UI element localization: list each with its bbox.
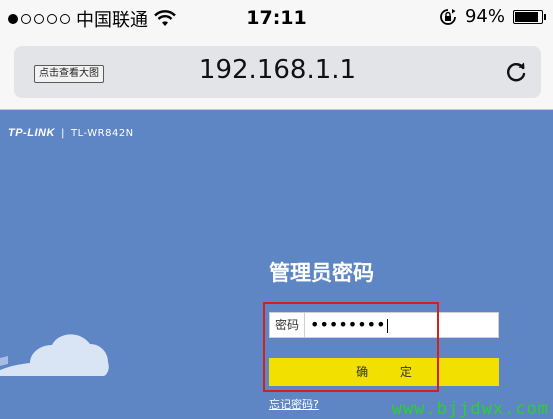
brand-separator: | (60, 127, 66, 139)
router-login-page: TP-LINK | TL-WR842N 管理员密码 密码 •••••••• 确 … (0, 110, 553, 419)
annotation-highlight-box (263, 302, 439, 392)
tp-link-logo: TP-LINK (8, 127, 55, 139)
router-brand-header: TP-LINK | TL-WR842N (8, 127, 134, 139)
battery-icon (513, 9, 546, 24)
cloud-illustration (0, 334, 109, 376)
watermark: www.bjjdwx.com (391, 399, 549, 419)
reload-icon[interactable] (503, 59, 529, 85)
url-text[interactable]: 192.168.1.1 (14, 55, 541, 85)
router-model: TL-WR842N (71, 127, 134, 139)
status-bar: 中国联通 17:11 94% (0, 0, 553, 38)
browser-address-bar: 点击查看大图 192.168.1.1 (0, 38, 553, 110)
orientation-lock-icon (440, 8, 456, 25)
forgot-password-link[interactable]: 忘记密码? (269, 396, 319, 412)
battery-fill (515, 11, 538, 22)
url-field[interactable]: 点击查看大图 192.168.1.1 (14, 46, 541, 98)
admin-password-title: 管理员密码 (269, 261, 374, 285)
status-right: 94% (439, 6, 546, 27)
battery-percentage: 94% (464, 6, 505, 27)
